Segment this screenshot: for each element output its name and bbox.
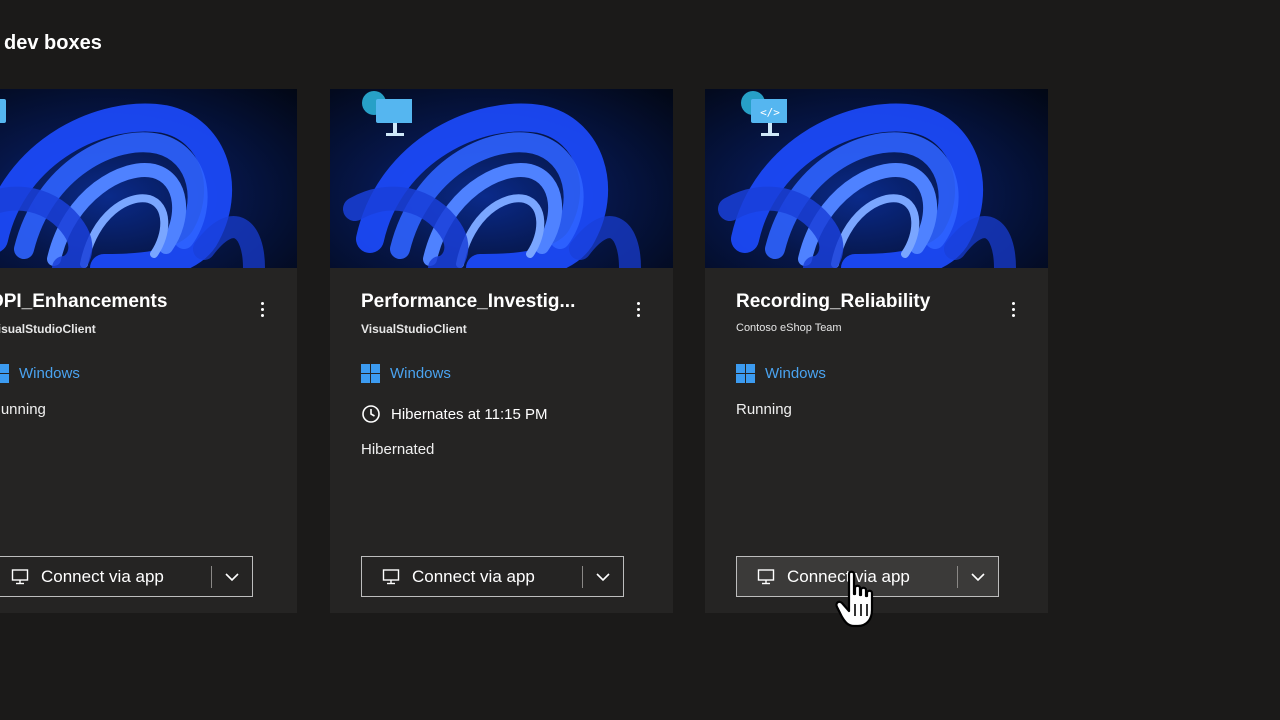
dev-box-project: Contoso eShop Team [736, 322, 842, 334]
connect-options-dropdown[interactable] [212, 557, 252, 596]
dev-box-project: VisualStudioClient [0, 322, 96, 336]
os-row: Windows [361, 363, 451, 383]
connect-split-button: Connect via app [361, 556, 624, 597]
more-options-icon[interactable] [1003, 297, 1023, 321]
dev-box-badge-icon: </> [741, 91, 787, 136]
dev-box-hero-image: </> [705, 89, 1048, 268]
connect-label: Connect via app [412, 566, 535, 586]
dev-box-hero-image: </> [0, 89, 297, 268]
dev-box-name: Recording_Reliability [736, 291, 931, 312]
os-label: Windows [765, 364, 826, 382]
dev-box-card: Performance_Investig... VisualStudioClie… [330, 89, 673, 613]
dev-box-status: Running [0, 401, 46, 418]
dev-box-badge-icon [362, 91, 412, 136]
dev-box-status: Running [736, 401, 792, 418]
chevron-down-icon [596, 572, 610, 581]
dev-box-card: </> DPI_Enhancements VisualStudioClient … [0, 89, 297, 613]
section-title: dev boxes [4, 32, 102, 54]
connect-via-app-button[interactable]: Connect via app [0, 557, 211, 596]
windows-logo-icon [361, 363, 380, 383]
monitor-icon [382, 568, 400, 584]
windows-bloom-image [0, 103, 265, 268]
more-options-icon[interactable] [628, 297, 648, 321]
dev-box-name: DPI_Enhancements [0, 291, 168, 312]
connect-via-app-button[interactable]: Connect via app [362, 557, 582, 596]
os-row: Windows [736, 363, 826, 383]
hibernate-schedule: Hibernates at 11:15 PM [391, 405, 548, 423]
chevron-down-icon [971, 572, 985, 581]
connect-split-button: Connect via app [0, 556, 253, 597]
dev-box-name: Performance_Investig... [361, 291, 576, 312]
os-row: Windows [0, 363, 80, 383]
connect-options-dropdown[interactable] [958, 557, 998, 596]
schedule-row: Hibernates at 11:15 PM [361, 404, 547, 424]
more-options-icon[interactable] [252, 297, 272, 321]
monitor-icon [11, 568, 29, 584]
clock-icon [362, 405, 380, 423]
monitor-icon [757, 568, 775, 584]
dev-box-hero-image [330, 89, 673, 268]
connect-label: Connect via app [41, 566, 164, 586]
dev-box-status: Hibernated [361, 441, 435, 458]
connect-options-dropdown[interactable] [583, 557, 623, 596]
os-label: Windows [390, 364, 451, 382]
dev-box-badge-icon: </> [0, 99, 6, 123]
hand-cursor-icon [835, 570, 874, 628]
dev-box-card: </> Recording_Reliability Contoso eShop … [705, 89, 1048, 613]
chevron-down-icon [225, 572, 239, 581]
os-label: Windows [19, 364, 80, 382]
windows-logo-icon [0, 363, 9, 383]
dev-box-project: VisualStudioClient [361, 322, 467, 336]
windows-logo-icon [736, 363, 755, 383]
svg-text:</>: </> [760, 106, 780, 119]
